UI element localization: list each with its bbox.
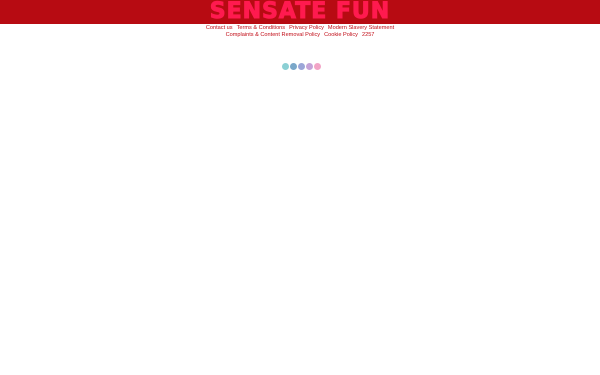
cookie-policy-link[interactable]: Cookie Policy xyxy=(324,32,358,39)
complaints-content-removal-policy-link[interactable]: Complaints & Content Removal Policy xyxy=(226,32,321,39)
record-keeping-2257-link[interactable]: 2257 xyxy=(362,32,374,39)
modern-slavery-statement-link[interactable]: Modern Slavery Statement xyxy=(328,25,394,32)
privacy-policy-link[interactable]: Privacy Policy xyxy=(289,25,324,32)
loading-dot-1 xyxy=(282,63,289,70)
loading-indicator xyxy=(282,63,321,70)
site-header: SENSATE FUN xyxy=(0,0,600,24)
loading-dot-4 xyxy=(306,63,313,70)
loading-dot-3 xyxy=(298,63,305,70)
footer-links-row-1: Contact us Terms & Conditions Privacy Po… xyxy=(0,25,600,32)
loading-dot-5 xyxy=(314,63,321,70)
contact-us-link[interactable]: Contact us xyxy=(206,25,233,32)
loading-dot-2 xyxy=(290,63,297,70)
footer-links: Contact us Terms & Conditions Privacy Po… xyxy=(0,25,600,39)
footer-links-row-2: Complaints & Content Removal Policy Cook… xyxy=(0,32,600,39)
terms-conditions-link[interactable]: Terms & Conditions xyxy=(237,25,286,32)
brand-logo[interactable]: SENSATE FUN xyxy=(209,0,390,24)
